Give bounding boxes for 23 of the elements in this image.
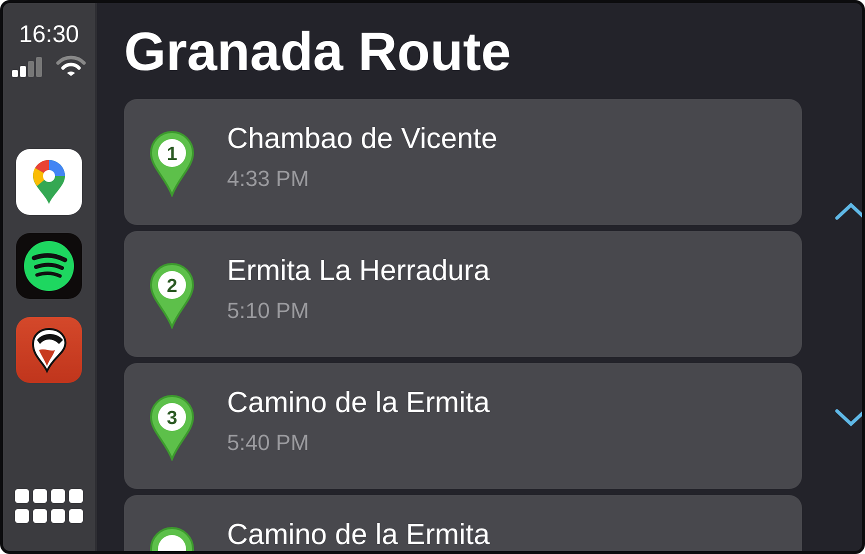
scroll-down-icon[interactable] <box>834 408 862 428</box>
stop-card[interactable]: Camino de la Ermita <box>124 495 802 551</box>
scroll-up-icon[interactable] <box>834 201 862 221</box>
stop-card[interactable]: 3 Camino de la Ermita 5:40 PM <box>124 363 802 489</box>
stop-time: 4:33 PM <box>227 166 310 192</box>
wifi-icon <box>56 55 86 77</box>
music-app-icon[interactable] <box>16 233 82 299</box>
stop-time: 5:40 PM <box>227 430 310 456</box>
maps-app-icon[interactable] <box>16 149 82 215</box>
stop-card[interactable]: 2 Ermita La Herradura 5:10 PM <box>124 231 802 357</box>
stop-name: Chambao de Vicente <box>227 123 498 156</box>
pin-marker-icon: 3 <box>147 393 197 461</box>
stop-name: Camino de la Ermita <box>227 387 490 420</box>
status-time: 16:30 <box>18 21 80 49</box>
stop-time: 5:10 PM <box>227 298 310 324</box>
pin-marker-icon: 2 <box>147 261 197 329</box>
route-title: Granada Route <box>124 21 512 84</box>
stop-name: Camino de la Ermita <box>227 519 490 551</box>
pin-app-icon[interactable] <box>16 317 82 383</box>
stop-card[interactable]: 1 Chambao de Vicente 4:33 PM <box>124 99 802 225</box>
app-grid-icon[interactable] <box>15 489 83 525</box>
pin-marker-icon: 1 <box>147 129 197 197</box>
stop-name: Ermita La Herradura <box>227 255 490 288</box>
